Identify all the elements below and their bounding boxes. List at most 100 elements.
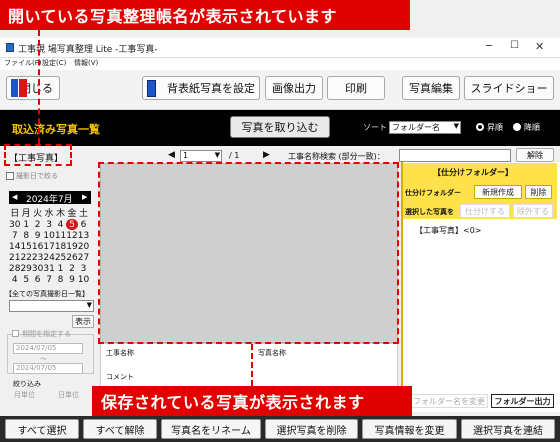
sort-into-folder-button[interactable]: 仕分けする: [460, 204, 510, 218]
callout-bottom-leader: [251, 344, 253, 386]
selected-photos-label: 選択した写真を: [405, 208, 454, 216]
calendar-day[interactable]: 24: [43, 252, 54, 263]
comment-label: コメント: [106, 373, 134, 381]
calendar-day[interactable]: 12: [66, 230, 77, 241]
calendar-day[interactable]: 19: [66, 241, 77, 252]
calendar-day[interactable]: 31: [43, 263, 54, 274]
chevron-down-icon: ▼: [453, 122, 459, 130]
calendar-day[interactable]: 29: [20, 263, 31, 274]
calendar-day[interactable]: 6: [78, 219, 89, 230]
calendar-day[interactable]: 9: [66, 274, 77, 285]
calendar-day[interactable]: 21: [9, 252, 20, 263]
delete-folder-button[interactable]: 削除: [525, 185, 552, 199]
calendar-day[interactable]: 4: [9, 274, 20, 285]
all-dates-select[interactable]: ▼: [9, 300, 94, 312]
folder-output-button[interactable]: フォルダー出力: [491, 394, 554, 408]
change-photo-info-button[interactable]: 写真情報を変更: [362, 419, 457, 439]
calendar-day[interactable]: 3: [78, 263, 89, 274]
folder-tree-root[interactable]: 【工事写真】<0>: [415, 225, 482, 236]
calendar-day[interactable]: 4: [55, 219, 66, 230]
calendar-day[interactable]: 6: [32, 274, 43, 285]
page-select[interactable]: 1 ▼: [180, 150, 222, 162]
next-month-icon[interactable]: ▶: [82, 193, 87, 201]
all-dates-chevron-icon: ▼: [86, 301, 92, 309]
calendar-day[interactable]: 1: [55, 263, 66, 274]
calendar-day[interactable]: 11: [55, 230, 66, 241]
search-input[interactable]: [399, 149, 511, 162]
calendar-day[interactable]: 22: [20, 252, 31, 263]
calendar-day[interactable]: 13: [78, 230, 89, 241]
link-selected-button[interactable]: 選択写真を連結: [461, 419, 555, 439]
calendar-day[interactable]: 2: [66, 263, 77, 274]
print-button[interactable]: 印刷: [327, 76, 385, 100]
prev-month-icon[interactable]: ◀: [12, 193, 17, 201]
date-filter-label: 撮影日で絞る: [16, 172, 58, 180]
app-icon: [6, 43, 14, 52]
import-photos-button[interactable]: 写真を取り込む: [230, 116, 330, 138]
calendar-month: 2024年7月: [26, 195, 73, 205]
close-button[interactable]: 閉じる: [6, 76, 60, 100]
period-checkbox[interactable]: [12, 330, 19, 337]
date-from-input[interactable]: 2024/07/05: [13, 343, 83, 354]
slideshow-button[interactable]: スライドショー: [464, 76, 554, 100]
clear-search-button[interactable]: 解除: [516, 148, 554, 162]
calendar-day[interactable]: 14: [9, 241, 20, 252]
radio-day-label[interactable]: 日単位: [58, 390, 79, 400]
callout-top-leader: [38, 30, 40, 144]
calendar-day[interactable]: 3: [43, 219, 54, 230]
delete-selected-button[interactable]: 選択写真を削除: [265, 419, 358, 439]
next-page-icon[interactable]: ▶: [263, 150, 270, 160]
deselect-all-button[interactable]: すべて解除: [83, 419, 157, 439]
edit-photo-button[interactable]: 写真編集: [402, 76, 460, 100]
maximize-icon[interactable]: ☐: [510, 40, 519, 51]
weekday-thu: 木: [56, 209, 66, 219]
calendar-day[interactable]: 20: [78, 241, 89, 252]
close-icon[interactable]: ✕: [535, 40, 544, 53]
calendar-day[interactable]: 10: [78, 274, 89, 285]
calendar-day[interactable]: 7: [43, 274, 54, 285]
calendar-day[interactable]: 26: [66, 252, 77, 263]
calendar-grid[interactable]: 日 月 火 水 木 金 土 30 1 2 3 4 5 6 7 8 9 10 11…: [9, 206, 89, 285]
calendar-day[interactable]: 8: [20, 230, 31, 241]
new-folder-button[interactable]: 新規作成: [474, 185, 522, 199]
calendar-day[interactable]: 2: [32, 219, 43, 230]
calendar-day[interactable]: 1: [20, 219, 31, 230]
calendar-day[interactable]: 7: [9, 230, 20, 241]
menu-settings[interactable]: 設定(C): [42, 58, 66, 68]
menu-info[interactable]: 情報(V): [74, 58, 98, 68]
calendar-day[interactable]: 28: [9, 263, 20, 274]
radio-descending[interactable]: [513, 123, 521, 131]
calendar-day[interactable]: 15: [20, 241, 31, 252]
calendar-day[interactable]: 18: [55, 241, 66, 252]
calendar-day[interactable]: 17: [43, 241, 54, 252]
calendar-day[interactable]: 23: [32, 252, 43, 263]
date-to-input[interactable]: 2024/07/05: [13, 363, 83, 374]
rename-photos-button[interactable]: 写真名をリネーム: [161, 419, 261, 439]
calendar-day[interactable]: 16: [32, 241, 43, 252]
prev-page-icon[interactable]: ◀: [168, 150, 175, 160]
sort-select[interactable]: フォルダー名 ▼: [389, 121, 461, 134]
image-output-button[interactable]: 画像出力: [265, 76, 323, 100]
calendar-day[interactable]: 8: [55, 274, 66, 285]
date-filter-checkbox[interactable]: [6, 172, 14, 180]
calendar-day[interactable]: 25: [55, 252, 66, 263]
calendar-day-selected[interactable]: 5: [66, 219, 78, 230]
select-all-button[interactable]: すべて選択: [5, 419, 79, 439]
radio-ascending[interactable]: [476, 123, 484, 131]
calendar-day[interactable]: 10: [43, 230, 54, 241]
search-label: 工事名称検索 (部分一致)：: [288, 152, 385, 161]
menu-file[interactable]: ファイル(F): [4, 58, 42, 68]
rename-folder-button[interactable]: フォルダー名を変更: [410, 394, 488, 408]
folder-label: 仕分けフォルダー: [405, 189, 461, 197]
calendar-day[interactable]: 30: [32, 263, 43, 274]
folder-panel-title: 【仕分けフォルダー】: [433, 168, 513, 177]
set-background-photo-button[interactable]: 背表紙写真を設定: [142, 76, 260, 100]
calendar-day[interactable]: 5: [20, 274, 31, 285]
show-button[interactable]: 表示: [72, 315, 94, 328]
minimize-icon[interactable]: ─: [486, 41, 492, 52]
calendar-day[interactable]: 27: [78, 252, 89, 263]
calendar-day[interactable]: 9: [32, 230, 43, 241]
radio-month-label[interactable]: 月単位: [14, 390, 35, 400]
calendar-day[interactable]: 30: [9, 219, 20, 230]
exclude-button[interactable]: 除外する: [513, 204, 553, 218]
